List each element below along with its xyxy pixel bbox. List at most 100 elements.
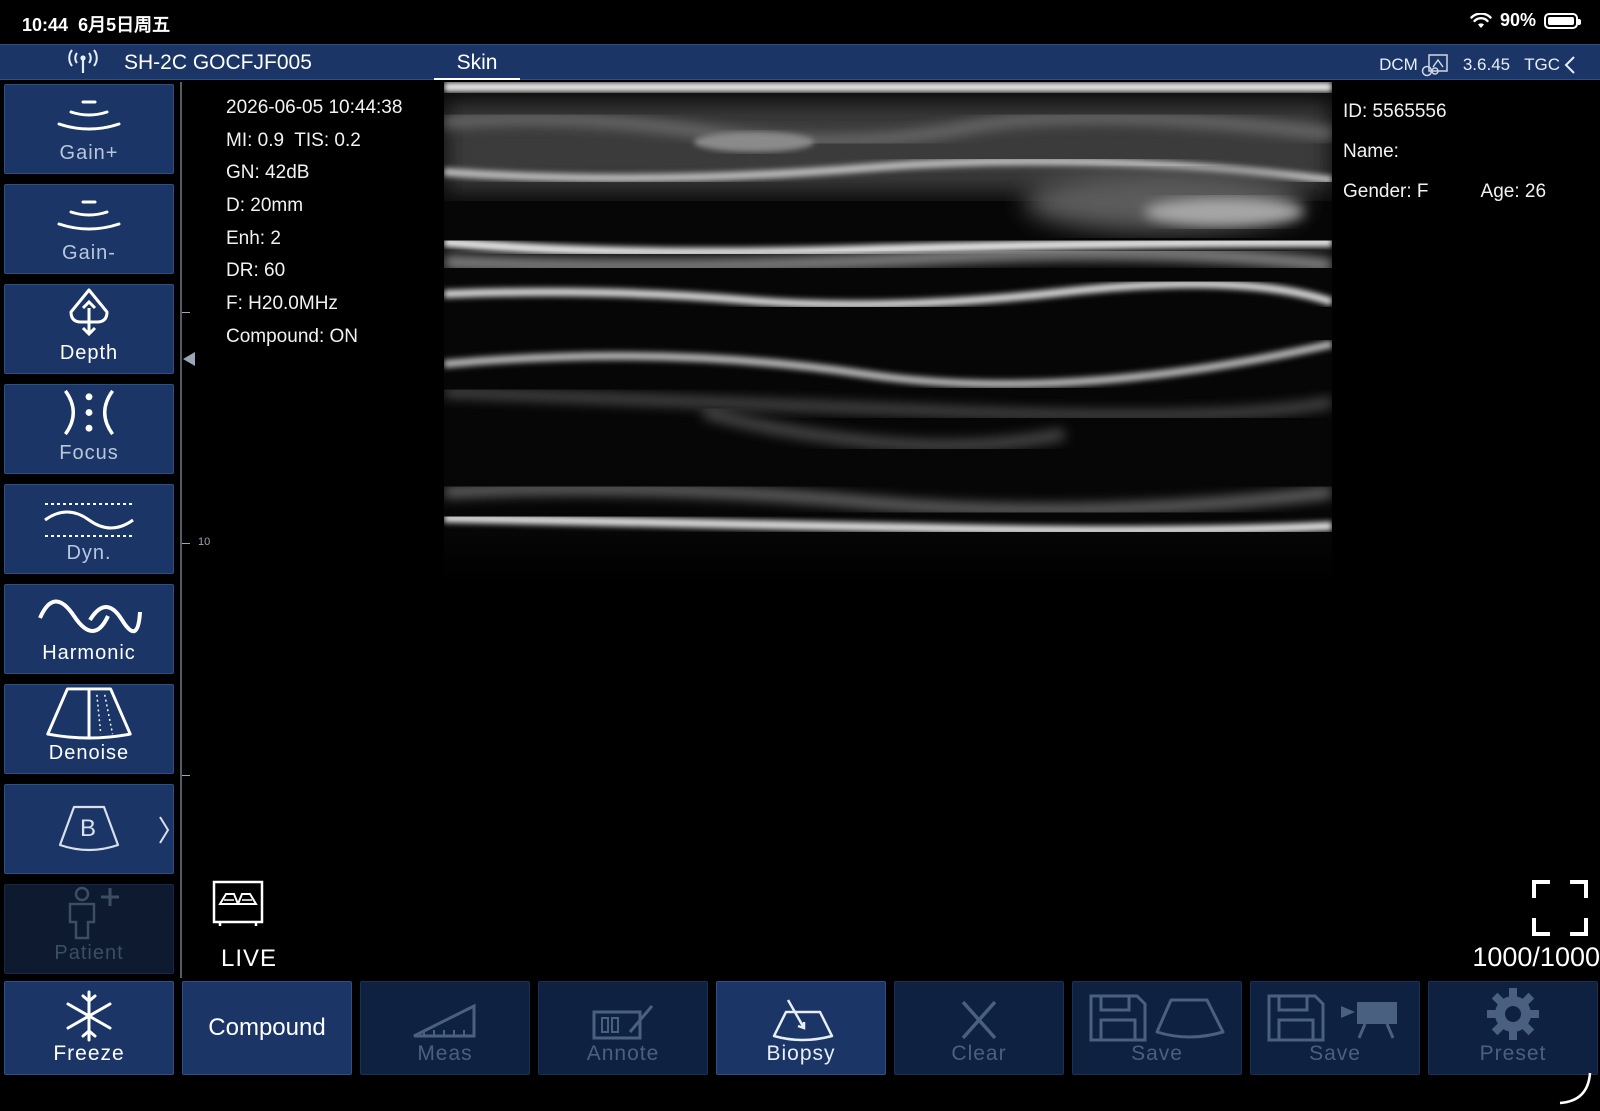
depth-value: D: 20mm bbox=[226, 195, 304, 217]
denoise-icon bbox=[46, 687, 132, 740]
compound-button[interactable]: Compound bbox=[182, 981, 352, 1075]
patient-gender: Gender: F bbox=[1343, 180, 1429, 202]
clear-label: Clear bbox=[951, 1042, 1007, 1065]
live-status: LIVE bbox=[221, 945, 278, 972]
patient-info: ID: 5565556 Name: Gender: F Age: 26 bbox=[1343, 92, 1546, 212]
save-image-label: Save bbox=[1131, 1042, 1183, 1065]
patient-demographics: Gender: F Age: 26 bbox=[1343, 172, 1546, 212]
focus-icon bbox=[64, 389, 114, 436]
focus-button[interactable]: Focus bbox=[4, 384, 174, 474]
biopsy-label: Biopsy bbox=[766, 1042, 836, 1065]
annotate-icon bbox=[592, 1005, 654, 1040]
harmonic-label: Harmonic bbox=[42, 642, 136, 664]
dicom-icon bbox=[1421, 54, 1448, 77]
mode-label: B bbox=[80, 815, 97, 842]
gain-value: GN: 42dB bbox=[226, 162, 310, 184]
denoise-button[interactable]: Denoise bbox=[4, 684, 174, 774]
patient-label: Patient bbox=[54, 942, 124, 964]
add-patient-icon bbox=[68, 886, 119, 940]
scan-datetime: 2026-06-05 10:44:38 bbox=[226, 97, 403, 118]
device-name: SH-2C GOCFJF005 bbox=[124, 51, 312, 74]
status-time: 10:44 6月5日周五 bbox=[22, 11, 170, 37]
depth-scale-line bbox=[180, 82, 182, 978]
save-video-label: Save bbox=[1309, 1042, 1361, 1065]
ruler-icon bbox=[413, 1003, 476, 1038]
compound-label: Compound bbox=[208, 1014, 326, 1041]
gain-plus-icon bbox=[57, 100, 121, 131]
meas-label: Meas bbox=[417, 1042, 473, 1065]
preset-button[interactable]: Preset bbox=[1428, 981, 1598, 1075]
harmonic-button[interactable]: Harmonic bbox=[4, 584, 174, 674]
freeze-button[interactable]: Freeze bbox=[4, 981, 174, 1075]
save-video-button[interactable]: Save bbox=[1250, 981, 1420, 1075]
status-right: 90% bbox=[1470, 10, 1581, 31]
gain-plus-label: Gain+ bbox=[59, 142, 119, 164]
ultrasound-scan-image bbox=[444, 82, 1332, 582]
app-header: SH-2C GOCFJF005 Skin DCM 3.6.45 TGC bbox=[0, 44, 1600, 80]
mi-tis-value: MI: 0.9 TIS: 0.2 bbox=[226, 129, 361, 151]
compound-status: Compound: ON bbox=[226, 325, 359, 347]
preset-label: Preset bbox=[1479, 1042, 1547, 1065]
patient-button[interactable]: Patient bbox=[4, 884, 174, 974]
biopsy-button[interactable]: Biopsy bbox=[716, 981, 886, 1075]
gain-minus-label: Gain- bbox=[62, 242, 116, 264]
header-right: DCM 3.6.45 TGC bbox=[1379, 53, 1578, 77]
dcm-label: DCM bbox=[1379, 55, 1418, 74]
biopsy-needle-icon bbox=[772, 999, 834, 1042]
battery-icon bbox=[1544, 12, 1581, 29]
dynamic-range-icon bbox=[44, 503, 134, 537]
tgc-button[interactable]: TGC bbox=[1524, 55, 1578, 75]
frequency-value: F: H20.0MHz bbox=[226, 293, 338, 315]
version-label: 3.6.45 bbox=[1462, 55, 1511, 74]
clear-button[interactable]: Clear bbox=[894, 981, 1064, 1075]
frame-counter: 1000/1000 bbox=[1472, 942, 1600, 972]
save-video-icon bbox=[1267, 994, 1397, 1042]
focus-marker-icon[interactable] bbox=[183, 352, 195, 366]
date: 6月5日周五 bbox=[78, 15, 171, 35]
scale-label-10: 10 bbox=[198, 536, 211, 548]
gain-minus-icon bbox=[57, 200, 121, 231]
gain-minus-button[interactable]: Gain- bbox=[4, 184, 174, 274]
freeze-label: Freeze bbox=[53, 1042, 125, 1065]
scale-tick bbox=[182, 543, 190, 544]
depth-button[interactable]: Depth bbox=[4, 284, 174, 374]
save-image-button[interactable]: Save bbox=[1072, 981, 1242, 1075]
home-indicator-arc bbox=[1559, 1072, 1592, 1105]
focus-label: Focus bbox=[59, 442, 119, 464]
enhancement-value: Enh: 2 bbox=[226, 227, 281, 249]
depth-icon bbox=[69, 288, 109, 337]
save-image-icon bbox=[1089, 994, 1225, 1042]
annote-button[interactable]: Annote bbox=[538, 981, 708, 1075]
denoise-label: Denoise bbox=[48, 742, 130, 764]
scan-parameters: 2026-06-05 10:44:38 MI: 0.9 TIS: 0.2 GN:… bbox=[226, 92, 402, 353]
battery-percent: 90% bbox=[1499, 10, 1536, 30]
tgc-label: TGC bbox=[1524, 55, 1560, 74]
fullscreen-icon[interactable] bbox=[1532, 880, 1588, 936]
gain-plus-button[interactable]: Gain+ bbox=[4, 84, 174, 174]
meas-button[interactable]: Meas bbox=[360, 981, 530, 1075]
gear-icon bbox=[1487, 988, 1539, 1040]
patient-age: Age: 26 bbox=[1480, 180, 1547, 202]
status-bar: 10:44 6月5日周五 90% bbox=[0, 0, 1600, 44]
dyn-button[interactable]: Dyn. bbox=[4, 484, 174, 574]
dcm-button[interactable]: DCM bbox=[1379, 53, 1449, 77]
dyn-label: Dyn. bbox=[66, 542, 112, 564]
dynamic-range-value: DR: 60 bbox=[226, 260, 286, 282]
wifi-icon bbox=[1470, 12, 1492, 28]
scale-tick bbox=[182, 775, 190, 776]
annote-label: Annote bbox=[586, 1042, 660, 1065]
close-icon bbox=[961, 1000, 997, 1040]
mode-b-button[interactable]: B bbox=[4, 784, 174, 874]
cine-loop-icon[interactable] bbox=[212, 880, 264, 928]
chevron-left-icon bbox=[1564, 56, 1575, 74]
patient-name: Name: bbox=[1343, 140, 1399, 162]
wireless-probe-icon[interactable] bbox=[66, 49, 100, 77]
snowflake-icon bbox=[66, 990, 112, 1042]
harmonic-icon bbox=[38, 599, 142, 634]
preset-tab[interactable]: Skin bbox=[434, 51, 520, 80]
patient-id: ID: 5565556 bbox=[1343, 101, 1447, 122]
scale-tick bbox=[182, 312, 190, 313]
depth-label: Depth bbox=[59, 342, 119, 364]
chevron-right-icon bbox=[159, 816, 170, 844]
ultrasound-image[interactable] bbox=[444, 82, 1332, 582]
